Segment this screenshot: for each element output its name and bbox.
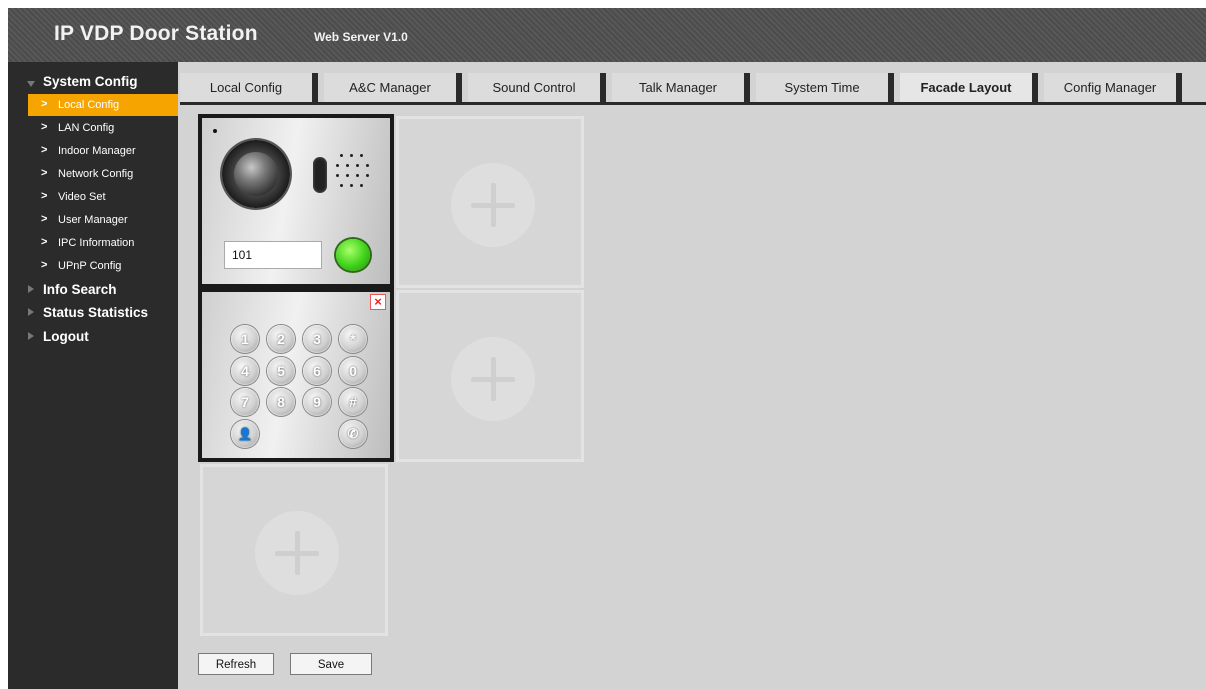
tab-talk-manager[interactable]: Talk Manager: [612, 73, 750, 102]
collapsed-triangle-icon: [28, 285, 34, 293]
sidebar-item-upnp-config[interactable]: > UPnP Config: [28, 255, 178, 277]
add-icon: [451, 337, 535, 421]
collapsed-triangle-icon: [28, 332, 34, 340]
keypad-key-5[interactable]: 5: [267, 357, 295, 385]
sidebar-item-label: Network Config: [58, 168, 134, 180]
sidebar-info-search[interactable]: Info Search: [8, 279, 178, 301]
camera-module[interactable]: 101: [198, 114, 394, 288]
chevron-right-icon: >: [41, 190, 48, 202]
sidebar-item-label: User Manager: [58, 214, 128, 226]
add-module-slot[interactable]: [200, 464, 388, 636]
keypad-key-3[interactable]: 3: [303, 325, 331, 353]
keypad-key-7[interactable]: 7: [231, 388, 259, 416]
expanded-triangle-icon: [27, 81, 35, 87]
keypad-key-9[interactable]: 9: [303, 388, 331, 416]
keypad-key-star[interactable]: *: [339, 325, 367, 353]
refresh-button[interactable]: Refresh: [198, 653, 274, 675]
app-title: IP VDP Door Station: [54, 22, 258, 45]
collapsed-triangle-icon: [28, 308, 34, 316]
sidebar-item-indoor-manager[interactable]: > Indoor Manager: [28, 140, 178, 162]
keypad-key-6[interactable]: 6: [303, 357, 331, 385]
keypad-key-hash[interactable]: #: [339, 388, 367, 416]
sidebar: System Config > Local Config > LAN Confi…: [8, 62, 178, 689]
add-icon: [451, 163, 535, 247]
sidebar-info-search-label: Info Search: [43, 282, 117, 297]
add-module-slot[interactable]: [396, 290, 584, 462]
sidebar-item-user-manager[interactable]: > User Manager: [28, 209, 178, 231]
keypad-key-8[interactable]: 8: [267, 388, 295, 416]
app-window: IP VDP Door Station Web Server V1.0 Syst…: [8, 8, 1206, 689]
tab-local-config[interactable]: Local Config: [180, 73, 318, 102]
sidebar-status-statistics-label: Status Statistics: [43, 305, 149, 320]
call-button[interactable]: [336, 239, 370, 271]
sidebar-item-label: Indoor Manager: [58, 145, 136, 157]
tab-ac-manager[interactable]: A&C Manager: [324, 73, 462, 102]
sidebar-item-video-set[interactable]: > Video Set: [28, 186, 178, 208]
chevron-right-icon: >: [41, 144, 48, 156]
tab-system-time[interactable]: System Time: [756, 73, 894, 102]
chevron-right-icon: >: [41, 213, 48, 225]
sidebar-item-lan-config[interactable]: > LAN Config: [28, 117, 178, 139]
add-icon: [255, 511, 339, 595]
keypad-key-2[interactable]: 2: [267, 325, 295, 353]
tab-facade-layout[interactable]: Facade Layout: [900, 73, 1038, 102]
chevron-right-icon: >: [41, 167, 48, 179]
chevron-right-icon: >: [41, 236, 48, 248]
remove-module-close-icon[interactable]: ×: [370, 294, 386, 310]
chevron-right-icon: >: [41, 121, 48, 133]
chevron-right-icon: >: [41, 98, 48, 110]
keypad-key-1[interactable]: 1: [231, 325, 259, 353]
sidebar-item-label: Local Config: [58, 99, 120, 111]
add-module-slot[interactable]: [396, 116, 584, 288]
sidebar-item-label: Video Set: [58, 191, 106, 203]
sidebar-item-label: LAN Config: [58, 122, 115, 134]
sidebar-item-label: UPnP Config: [58, 260, 122, 272]
sidebar-system-config[interactable]: System Config: [8, 71, 178, 93]
header-bar: IP VDP Door Station Web Server V1.0: [8, 8, 1206, 62]
sidebar-item-ipc-information[interactable]: > IPC Information: [28, 232, 178, 254]
tab-sound-control[interactable]: Sound Control: [468, 73, 606, 102]
indicator-light-icon: [213, 129, 217, 133]
sidebar-item-label: IPC Information: [58, 237, 135, 249]
keypad-key-phone-icon[interactable]: ✆: [339, 420, 367, 448]
sidebar-logout[interactable]: Logout: [8, 326, 178, 348]
camera-lens-center-icon: [234, 152, 278, 196]
sidebar-system-config-label: System Config: [43, 74, 138, 89]
keypad-key-user-icon[interactable]: 👤: [231, 420, 259, 448]
tab-config-manager[interactable]: Config Manager: [1044, 73, 1182, 102]
microphone-slot-icon: [313, 157, 327, 193]
speaker-grille-icon: [336, 152, 376, 196]
keypad-module[interactable]: × 1 2 3 * 4 5 6 0 7 8 9 # 👤 ✆: [198, 288, 394, 462]
tab-bar-underline: [180, 102, 1206, 105]
sidebar-item-local-config[interactable]: > Local Config: [28, 94, 178, 116]
keypad-key-0[interactable]: 0: [339, 357, 367, 385]
sidebar-logout-label: Logout: [43, 329, 89, 344]
app-version: Web Server V1.0: [314, 30, 408, 44]
room-number-display[interactable]: 101: [224, 241, 322, 269]
save-button[interactable]: Save: [290, 653, 372, 675]
chevron-right-icon: >: [41, 259, 48, 271]
sidebar-item-network-config[interactable]: > Network Config: [28, 163, 178, 185]
sidebar-status-statistics[interactable]: Status Statistics: [8, 302, 178, 324]
keypad-key-4[interactable]: 4: [231, 357, 259, 385]
